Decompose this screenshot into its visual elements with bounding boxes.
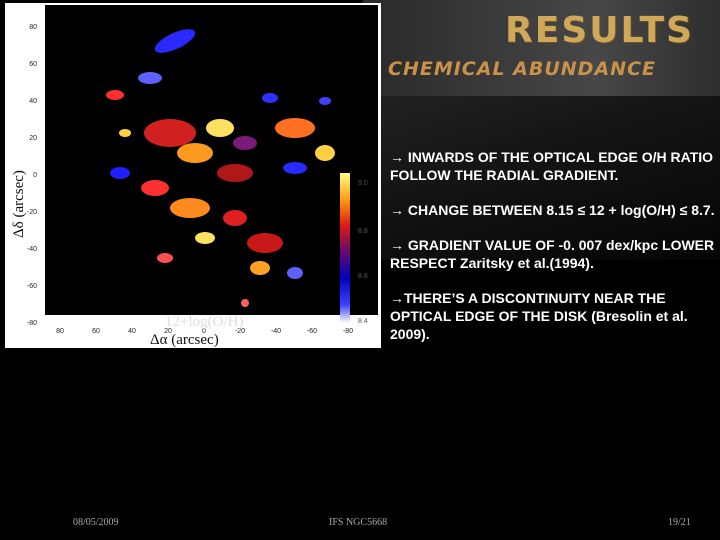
x-axis-label: Δα (arcsec) [150, 332, 219, 348]
abundance-map-figure: 80 60 40 20 0 -20 -40 -60 -80 80 60 40 2… [5, 3, 381, 348]
bullet-item: → INWARDS OF THE OPTICAL EDGE O/H RATIO … [390, 149, 714, 183]
x-tick-label: 60 [92, 328, 100, 335]
blob-region [170, 198, 210, 218]
blob-region [223, 210, 247, 226]
blob-region [287, 267, 303, 279]
footer-title: IFS NGC5668 [329, 517, 388, 528]
blob-region [119, 129, 131, 137]
blob-region [283, 162, 307, 174]
y-tick-label: 60 [29, 61, 37, 68]
bullet-item: → CHANGE BETWEEN 8.15 ≤ 12 + log(O/H) ≤ … [390, 202, 715, 218]
bullet-item: →THERE’S A DISCONTINUITY NEAR THE OPTICA… [390, 290, 688, 342]
blob-region [141, 180, 169, 196]
slide-title: RESULTS [505, 10, 694, 51]
y-tick-label: -80 [27, 320, 37, 327]
x-tick-label: -80 [343, 328, 353, 335]
blob-region [217, 164, 253, 182]
blob-region [233, 136, 257, 150]
colorbar-tick-label: 8.8 [358, 228, 368, 235]
blob-region [247, 233, 283, 253]
blob-region [319, 97, 331, 105]
map-quantity-label: 12+log(O/H) [165, 314, 243, 330]
colorbar-tick-label: 8.6 [358, 273, 368, 280]
blob-region [206, 119, 234, 137]
y-tick-label: 40 [29, 98, 37, 105]
x-tick-label: -40 [271, 328, 281, 335]
y-axis-label: Δδ (arcsec) [11, 170, 27, 238]
blob-region [110, 167, 130, 179]
y-tick-label: 0 [33, 172, 37, 179]
blob-region [250, 261, 270, 275]
blob-region [157, 253, 173, 263]
colorbar-tick-label: 9.0 [358, 180, 368, 187]
y-tick-label: 20 [29, 135, 37, 142]
y-tick-label: -40 [27, 246, 37, 253]
abundance-map-svg: 80 60 40 20 0 -20 -40 -60 -80 80 60 40 2… [11, 5, 378, 348]
x-tick-label: 40 [128, 328, 136, 335]
bullet-list: → INWARDS OF THE OPTICAL EDGE O/H RATIO … [390, 148, 720, 360]
blob-region [315, 145, 335, 161]
blob-region [144, 119, 196, 147]
y-tick-label: -20 [27, 209, 37, 216]
blob-region [241, 299, 249, 307]
blob-region [275, 118, 315, 138]
colorbar [340, 173, 350, 323]
blob-region [262, 93, 278, 103]
blob-region [138, 72, 162, 84]
blob-region [195, 232, 215, 244]
footer-date: 08/05/2009 [73, 517, 119, 528]
bullet-item: → GRADIENT VALUE OF -0. 007 dex/kpc LOWE… [390, 237, 715, 271]
slide: RESULTS CHEMICAL ABUNDANCE 80 60 40 20 0… [0, 0, 720, 540]
x-tick-label: -60 [307, 328, 317, 335]
y-tick-label: -60 [27, 283, 37, 290]
blob-region [106, 90, 124, 100]
slide-subtitle: CHEMICAL ABUNDANCE [388, 58, 656, 80]
y-tick-label: 80 [29, 24, 37, 31]
colorbar-tick-label: 8.4 [358, 318, 368, 325]
footer-page-number: 19/21 [668, 517, 691, 528]
y-axis-ticks: 80 60 40 20 0 -20 -40 -60 -80 [27, 24, 37, 327]
blob-region [177, 143, 213, 163]
x-tick-label: 80 [56, 328, 64, 335]
